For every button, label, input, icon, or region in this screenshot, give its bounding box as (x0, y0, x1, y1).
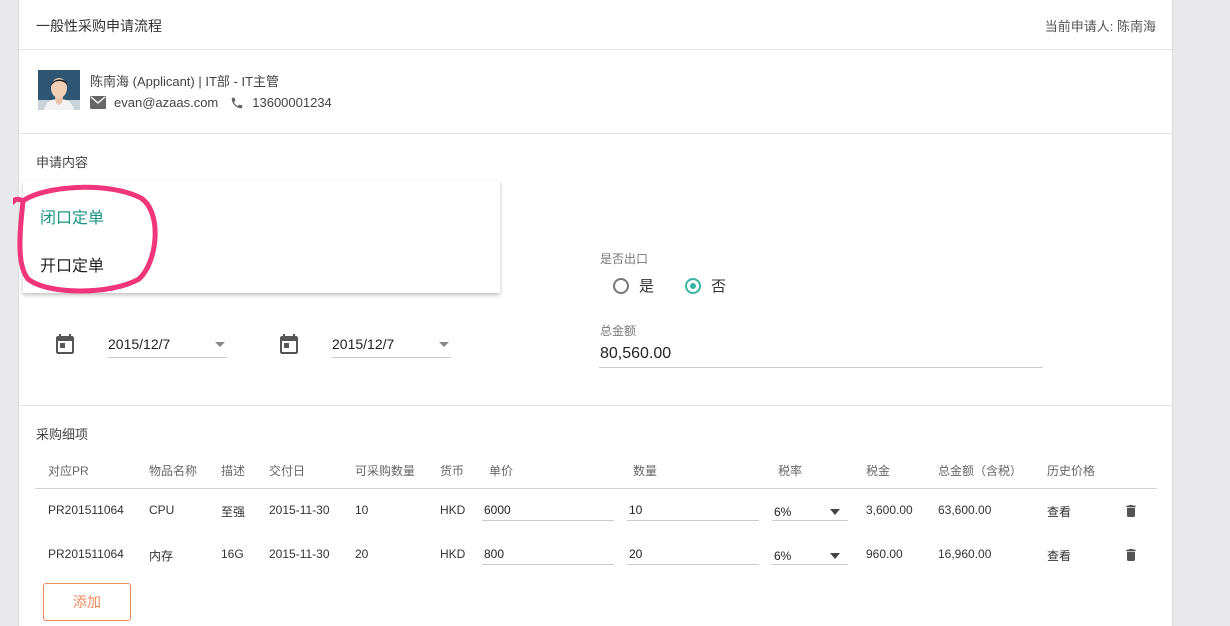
cell-tax: 960.00 (866, 547, 903, 561)
tax-rate-value: 6% (774, 505, 792, 519)
col-header-delivery: 交付日 (269, 464, 306, 478)
calendar-icon[interactable] (53, 332, 77, 356)
applicant-info: 陈南海 (Applicant) | IT部 - IT主管 (90, 74, 280, 89)
radio-unchecked-icon (613, 277, 629, 294)
total-label: 总金额 (600, 324, 637, 338)
tax-rate-select[interactable]: 6% (772, 501, 848, 521)
dropdown-arrow-icon (830, 553, 840, 559)
divider (19, 405, 1172, 406)
cell-total: 63,600.00 (938, 503, 992, 517)
email-icon (90, 96, 106, 109)
end-date-value: 2015/12/7 (332, 336, 395, 352)
order-type-option-closed[interactable]: 闭口定单 (40, 204, 104, 228)
col-header-pr: 对应PR (48, 464, 89, 478)
history-price-link[interactable]: 查看 (1047, 503, 1071, 520)
cell-delivery: 2015-11-30 (269, 503, 330, 517)
page-title: 一般性采购申请流程 (36, 18, 162, 34)
current-applicant: 当前申请人: 陈南海 (1044, 19, 1156, 34)
col-header-history: 历史价格 (1047, 464, 1096, 478)
export-label: 是否出口 (600, 252, 649, 266)
applicant-email: evan@azaas.com (114, 95, 219, 110)
tax-rate-value: 6% (774, 549, 792, 563)
end-date-field[interactable]: 2015/12/7 (332, 330, 451, 358)
col-header-qty: 数量 (633, 464, 658, 478)
history-price-link[interactable]: 查看 (1047, 547, 1071, 564)
delete-icon[interactable] (1123, 547, 1139, 563)
cell-delivery: 2015-11-30 (269, 547, 330, 561)
divider (19, 49, 1172, 50)
export-option-no: 否 (711, 278, 727, 295)
avatar (38, 70, 80, 110)
dropdown-arrow-icon (830, 509, 840, 515)
export-option-yes: 是 (639, 278, 655, 295)
order-type-dropdown-menu: 闭口定单 开口定单 (23, 181, 500, 293)
chevron-down-icon (439, 342, 449, 347)
qty-input[interactable]: 20 (627, 545, 759, 565)
cell-item: CPU (149, 503, 175, 517)
calendar-icon[interactable] (277, 332, 301, 356)
col-header-available-qty: 可采购数量 (355, 464, 416, 478)
applicant-phone: 13600001234 (252, 95, 332, 110)
phone-group: 13600001234 (230, 95, 332, 110)
total-underline (599, 367, 1043, 368)
total-amount-field[interactable]: 80,560.00 (600, 345, 671, 363)
cell-pr: PR201511064 (48, 547, 124, 561)
cell-item: 内存 (149, 549, 174, 563)
add-button[interactable]: 添加 (43, 583, 131, 621)
cell-desc: 至强 (221, 505, 246, 519)
section-title-application: 申请内容 (36, 155, 89, 170)
divider (19, 133, 1172, 134)
order-type-option-open[interactable]: 开口定单 (40, 252, 104, 276)
chevron-down-icon (215, 342, 225, 347)
unit-price-input[interactable]: 800 (482, 545, 614, 565)
col-header-item: 物品名称 (149, 464, 198, 478)
cell-available-qty: 20 (355, 547, 369, 561)
cell-total: 16,960.00 (938, 547, 992, 561)
cell-desc: 16G (221, 547, 244, 561)
cell-currency: HKD (440, 503, 466, 517)
qty-input[interactable]: 10 (627, 501, 759, 521)
radio-checked-icon (685, 277, 701, 294)
table-header-divider (35, 488, 1157, 489)
start-date-value: 2015/12/7 (108, 336, 171, 352)
section-title-details: 采购细项 (36, 427, 89, 442)
cell-pr: PR201511064 (48, 503, 124, 517)
col-header-unit-price: 单价 (489, 464, 514, 478)
col-header-tax: 税金 (866, 464, 891, 478)
delete-icon[interactable] (1123, 503, 1139, 519)
export-radio-no[interactable]: 否 (685, 275, 726, 296)
cell-available-qty: 10 (355, 503, 369, 517)
col-header-currency: 货币 (440, 464, 465, 478)
phone-icon (232, 97, 243, 108)
start-date-field[interactable]: 2015/12/7 (108, 330, 227, 358)
applicant-contact: evan@azaas.com 13600001234 (90, 95, 332, 110)
form-card: 一般性采购申请流程 当前申请人: 陈南海 陈南海 (Applicant) | I… (13, 0, 1173, 626)
col-header-total: 总金额（含税） (938, 464, 1023, 478)
cell-tax: 3,600.00 (866, 503, 913, 517)
col-header-tax-rate: 税率 (778, 464, 803, 478)
tax-rate-select[interactable]: 6% (772, 545, 848, 565)
cell-currency: HKD (440, 547, 466, 561)
unit-price-input[interactable]: 6000 (482, 501, 614, 521)
export-radio-yes[interactable]: 是 (613, 275, 654, 296)
col-header-desc: 描述 (221, 464, 246, 478)
